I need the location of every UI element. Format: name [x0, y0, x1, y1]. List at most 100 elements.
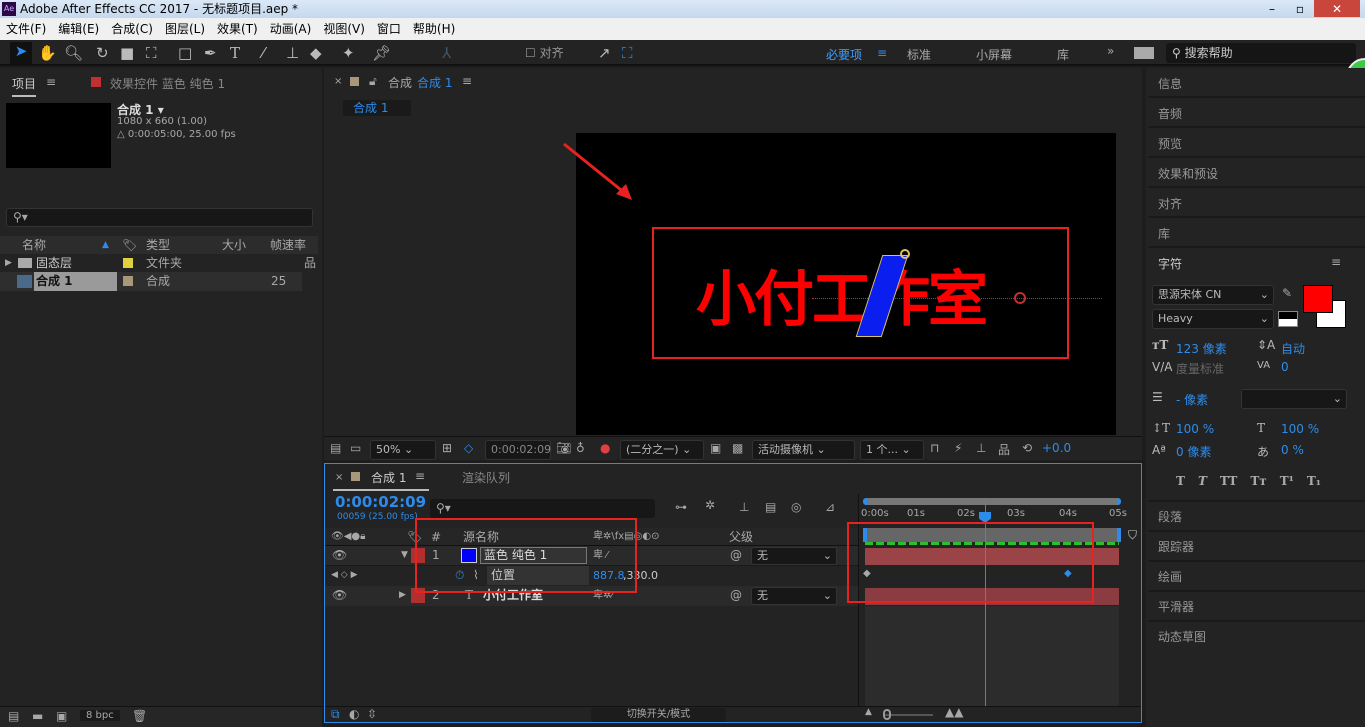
expand-arrow-icon[interactable]: ▶	[399, 586, 406, 605]
stroke-type-select[interactable]: ⌄	[1241, 389, 1347, 409]
zoom-out-icon[interactable]: ▲	[865, 707, 872, 717]
panel-info[interactable]: 信息	[1158, 75, 1182, 92]
menu-help[interactable]: 帮助(H)	[413, 18, 455, 40]
faux-italic-button[interactable]: T	[1198, 474, 1207, 488]
resolution-select[interactable]: (二分之一) ⌄	[620, 440, 704, 460]
panel-align[interactable]: 对齐	[1158, 195, 1182, 212]
pen-tool-icon[interactable]: ✒	[204, 44, 217, 62]
panel-paragraph[interactable]: 段落	[1158, 508, 1182, 525]
brush-tool-icon[interactable]: ⁄	[262, 44, 265, 62]
panel-paint[interactable]: 绘画	[1158, 568, 1182, 585]
visibility-eye-icon[interactable]: 👁︎	[332, 546, 347, 565]
camera-select[interactable]: 活动摄像机 ⌄	[752, 440, 855, 460]
vertical-scale-value[interactable]: 100 %	[1176, 422, 1214, 436]
exposure-value[interactable]: +0.0	[1042, 441, 1071, 455]
always-preview-icon[interactable]: ▤	[330, 441, 341, 455]
keyframe-navigator-icon[interactable]: ◀ ◇ ▶	[331, 566, 358, 585]
maximize-button[interactable]: ▫	[1286, 0, 1314, 16]
new-comp-icon[interactable]: ▣	[56, 709, 67, 723]
pickwhip-icon[interactable]: @	[730, 546, 742, 565]
av-switches-icon[interactable]: 👁︎◀●🔒︎	[331, 528, 365, 546]
kerning-value[interactable]: 度量标准	[1176, 360, 1224, 377]
zoom-in-icon[interactable]: ▲▲	[945, 705, 963, 719]
close-tab-icon[interactable]: ×	[335, 472, 343, 483]
menu-layer[interactable]: 图层(L)	[165, 18, 205, 40]
current-time-field[interactable]: 0:00:02:09	[485, 440, 551, 460]
column-size[interactable]: 大小	[222, 236, 246, 254]
column-type[interactable]: 类型	[146, 236, 170, 254]
panel-smoother[interactable]: 平滑器	[1158, 598, 1194, 615]
menu-file[interactable]: 文件(F)	[6, 18, 46, 40]
small-caps-button[interactable]: Tт	[1250, 474, 1266, 488]
comp-mini-flowchart-icon[interactable]: ⊶	[675, 500, 687, 514]
minimize-button[interactable]: –	[1258, 0, 1286, 16]
font-style-select[interactable]: Heavy ⌄	[1152, 309, 1274, 329]
superscript-button[interactable]: T¹	[1280, 474, 1294, 488]
exposure-reset-icon[interactable]: ⟲	[1022, 441, 1032, 455]
column-fps[interactable]: 帧速率	[270, 236, 306, 254]
workspace-menu-icon[interactable]: ≡	[877, 46, 887, 60]
panel-motion-sketch[interactable]: 动态草图	[1158, 628, 1206, 645]
column-name[interactable]: 名称	[22, 236, 46, 254]
workspace-standard[interactable]: 标准	[907, 46, 931, 63]
hand-tool-icon[interactable]: ✋	[38, 44, 57, 62]
tab-composition[interactable]: 合成 1	[417, 74, 452, 91]
draft-3d-icon[interactable]: ✲	[705, 498, 715, 512]
project-item-comp[interactable]: 合成 1 合成 25	[0, 272, 302, 291]
snap-bounds-icon[interactable]: ⛶	[622, 44, 633, 62]
current-time-display[interactable]: 0:00:02:09	[335, 493, 426, 511]
views-select[interactable]: 1 个... ⌄	[860, 440, 924, 460]
toggle-switches-modes-button[interactable]: 切换开关/模式	[591, 708, 726, 722]
tracking-value[interactable]: 0	[1281, 360, 1289, 374]
close-tab-icon[interactable]: ×	[334, 76, 342, 87]
transfer-controls-icon[interactable]: ◐	[349, 707, 359, 721]
timeline-icon[interactable]: ⊥	[976, 441, 986, 455]
camera-tool-icon[interactable]: ■	[120, 44, 134, 62]
workspace-more-button[interactable]: »	[1107, 44, 1114, 58]
expand-arrow-icon[interactable]: ▶	[5, 254, 12, 272]
menu-view[interactable]: 视图(V)	[323, 18, 365, 40]
eraser-tool-icon[interactable]: ◆	[310, 44, 322, 62]
panel-tracker[interactable]: 跟踪器	[1158, 538, 1194, 555]
label-column-icon[interactable]: 🏷︎	[122, 236, 137, 254]
layer-switches-icon[interactable]: ⧉	[331, 707, 340, 722]
eyedropper-icon[interactable]: ✎	[1282, 286, 1292, 300]
close-button[interactable]: ✕	[1314, 0, 1360, 17]
parent-select[interactable]: 无 ⌄	[751, 587, 837, 605]
monitor-icon[interactable]: ▭	[350, 441, 361, 455]
delete-icon[interactable]: 🗑︎	[132, 709, 147, 723]
workspace-small-screen[interactable]: 小屏幕	[976, 46, 1012, 63]
tab-effect-controls[interactable]: 效果控件 蓝色 纯色 1	[110, 75, 225, 92]
subscript-button[interactable]: T₁	[1307, 474, 1321, 488]
time-navigator[interactable]	[863, 498, 1121, 505]
panel-menu-icon[interactable]: ≡	[462, 74, 472, 88]
visibility-eye-icon[interactable]: 👁︎	[332, 586, 347, 605]
panel-menu-icon[interactable]: ≡	[1331, 255, 1341, 269]
lock-icon[interactable]: 🔓︎	[369, 74, 377, 89]
puppet-tool-icon[interactable]: 📌︎	[372, 44, 391, 62]
flowchart-icon[interactable]: 品	[998, 441, 1010, 458]
interpret-footage-icon[interactable]: ▤	[8, 709, 19, 723]
workspace-essentials-label[interactable]: 必要项	[826, 46, 862, 63]
snapshot-icon[interactable]: 📷︎	[556, 441, 571, 455]
workspace-library[interactable]: 库	[1057, 46, 1069, 63]
panel-library[interactable]: 库	[1158, 225, 1170, 242]
comp-marker-icon[interactable]: ⛉	[1128, 528, 1137, 543]
tab-project[interactable]: 项目	[12, 75, 37, 97]
flowchart-icon[interactable]: 品	[304, 254, 316, 272]
new-folder-icon[interactable]: ▬	[32, 709, 43, 723]
tsume-value[interactable]: 0 %	[1281, 443, 1304, 457]
panel-menu-icon[interactable]: ≡	[46, 75, 56, 89]
selection-tool-icon[interactable]: ➤	[10, 42, 32, 64]
collapse-arrow-icon[interactable]: ▼	[401, 546, 408, 565]
help-search-input[interactable]: ⚲ 搜索帮助	[1166, 43, 1356, 63]
comp-navigator-tab[interactable]: 合成 1	[343, 100, 411, 116]
pan-behind-tool-icon[interactable]: ⛶	[146, 44, 157, 62]
menu-composition[interactable]: 合成(C)	[111, 18, 153, 40]
grid-icon[interactable]: ⊞	[442, 441, 452, 455]
timeline-zoom-slider[interactable]	[885, 714, 933, 716]
mask-visibility-icon[interactable]: ◇	[464, 441, 473, 455]
snap-toggle[interactable]: ☐ 对齐	[525, 44, 564, 61]
baseline-shift-value[interactable]: 0 像素	[1176, 443, 1211, 460]
all-caps-button[interactable]: TT	[1220, 474, 1237, 488]
